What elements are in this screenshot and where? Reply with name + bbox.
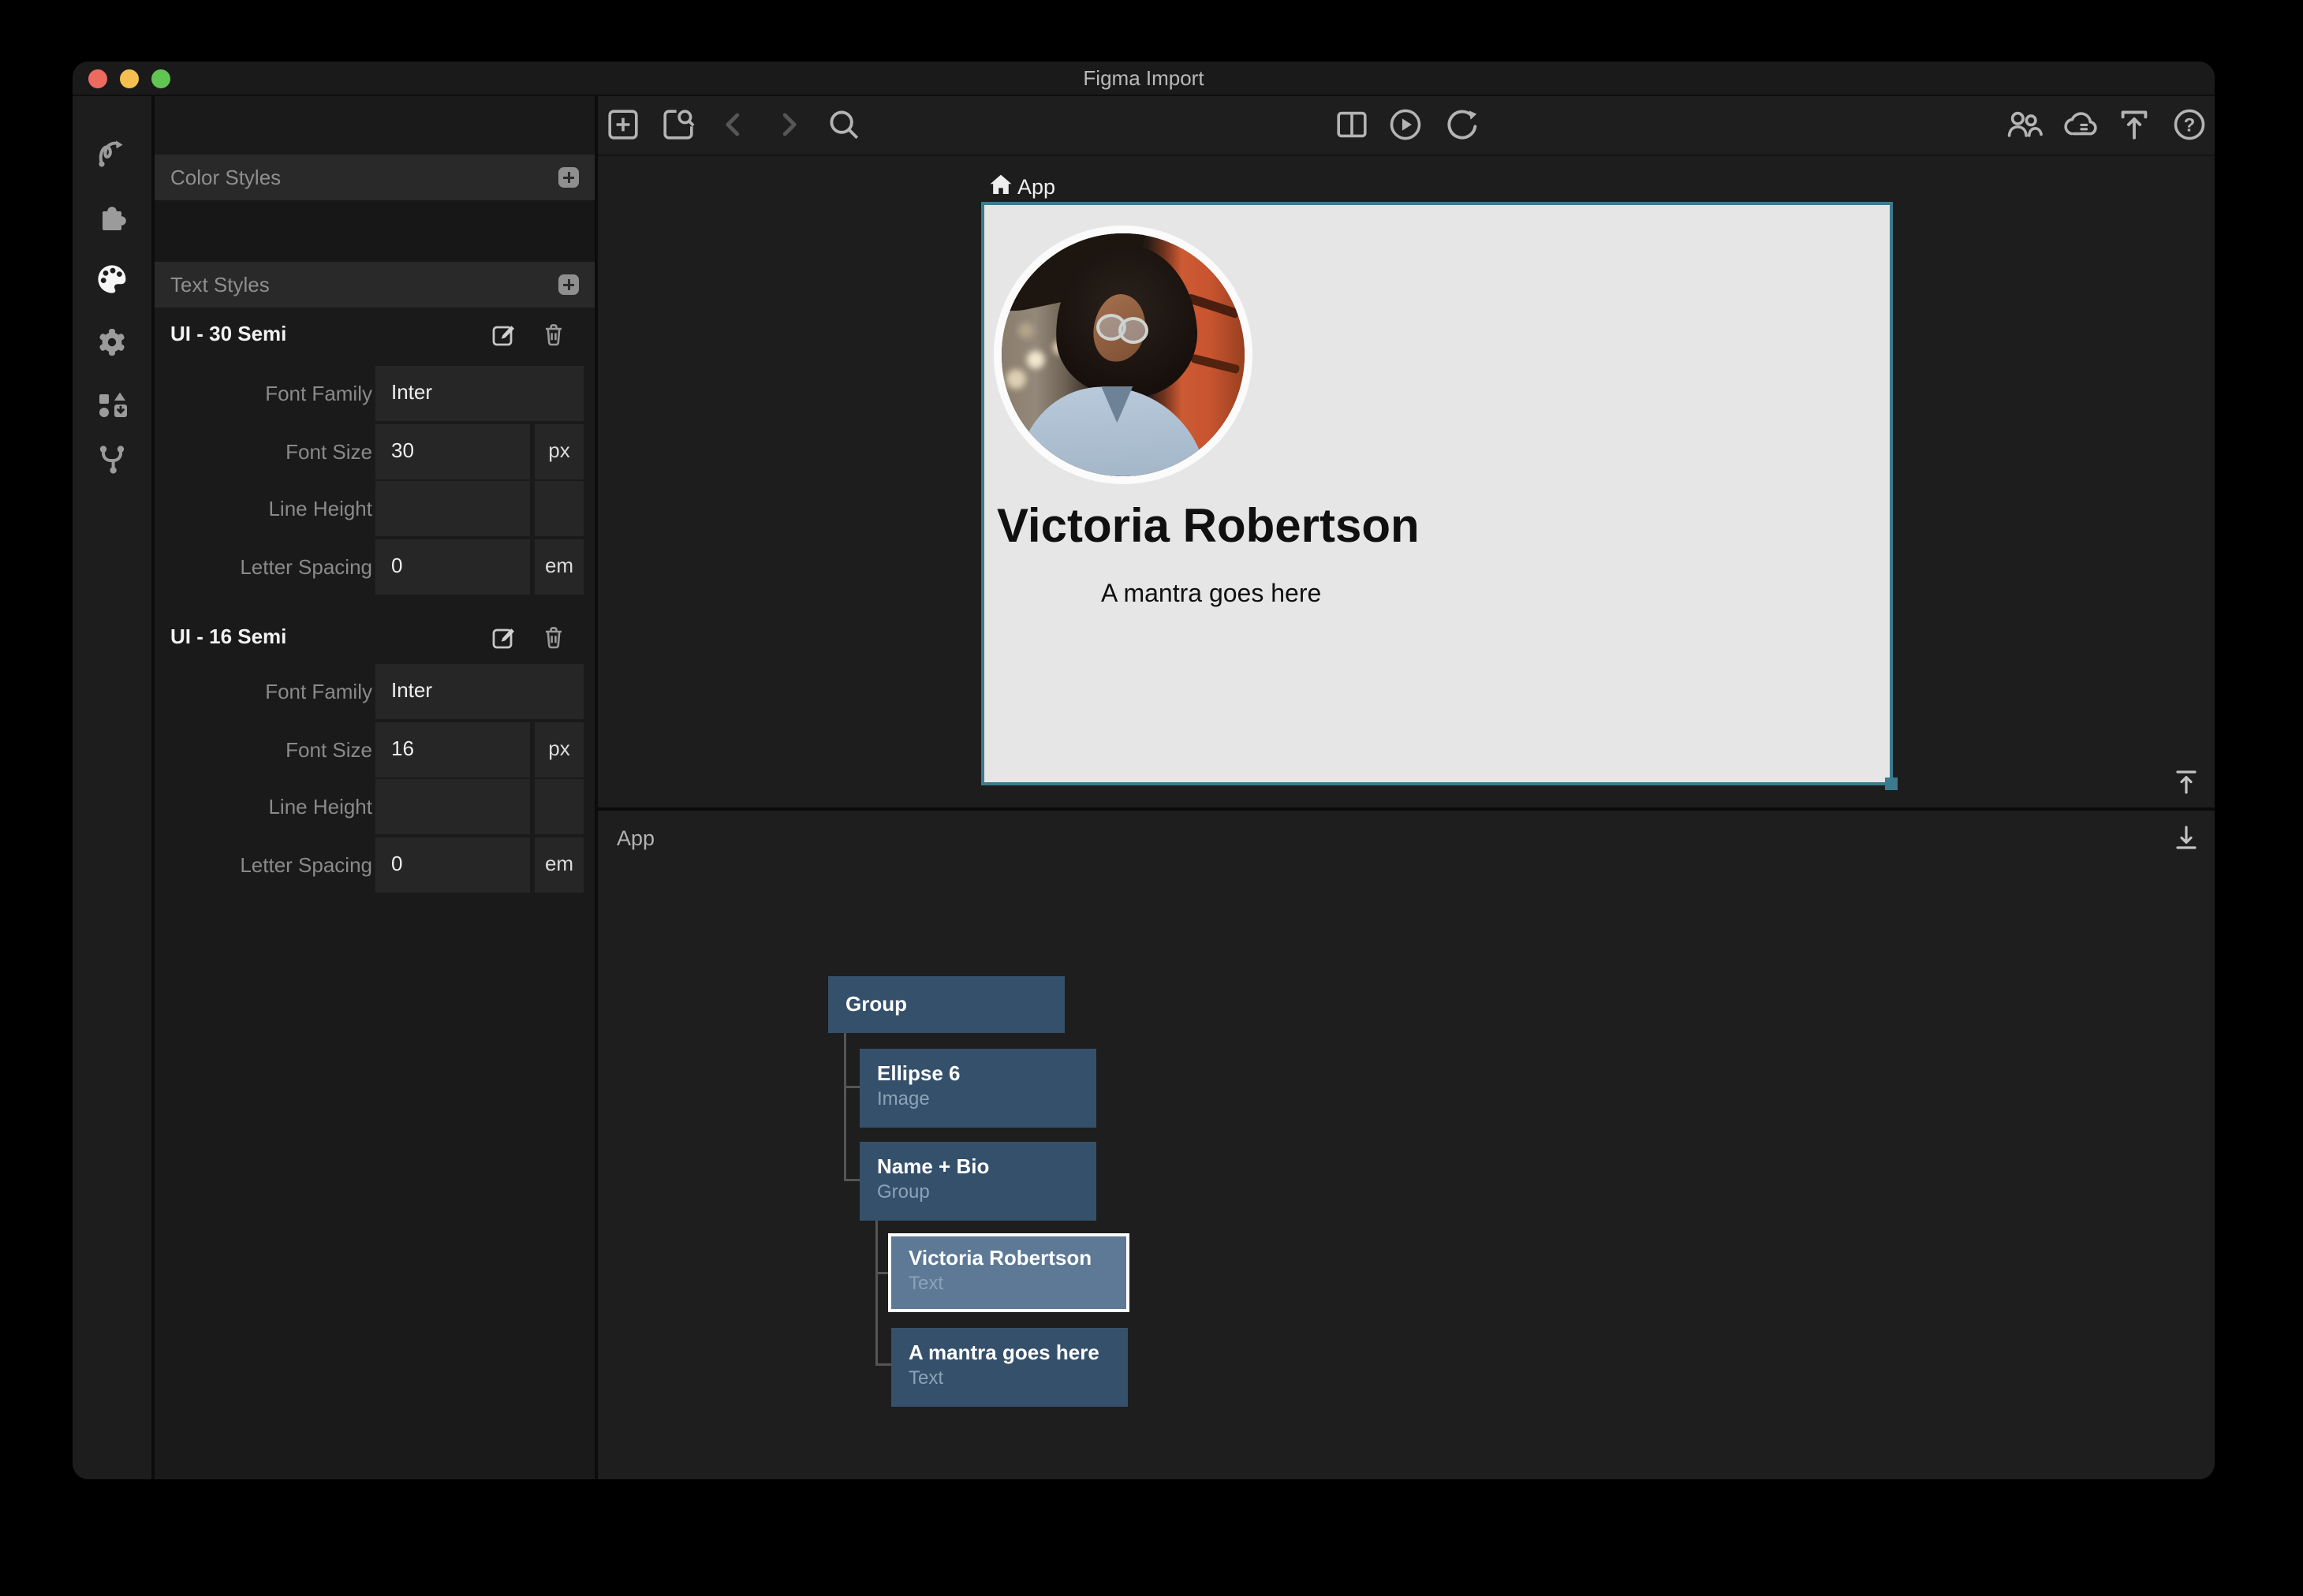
layer-node-type: Image	[877, 1088, 930, 1110]
layer-node-type: Text	[909, 1273, 943, 1295]
avatar[interactable]	[994, 226, 1252, 484]
main-area: ? App	[598, 96, 2215, 1479]
styles-palette-icon[interactable]	[95, 262, 129, 296]
styles-panel: Color Styles Text Styles UI - 30 Semi Fo…	[155, 96, 598, 1479]
help-icon[interactable]: ?	[2170, 106, 2208, 144]
breadcrumb[interactable]: App	[989, 173, 1013, 202]
layer-node-ellipse[interactable]: Ellipse 6 Image	[860, 1049, 1096, 1128]
text-style-name: UI - 16 Semi	[170, 625, 286, 649]
line-height-field[interactable]	[375, 481, 530, 536]
color-styles-title: Color Styles	[170, 166, 281, 190]
window-title: Figma Import	[73, 66, 2215, 91]
search-icon[interactable]	[825, 106, 863, 144]
home-icon	[989, 173, 1013, 196]
cloud-sync-icon[interactable]	[2060, 106, 2098, 144]
app-window: Figma Import Color Styles Text Styles	[73, 62, 2215, 1479]
font-family-field[interactable]: Inter	[375, 366, 584, 421]
settings-gear-icon[interactable]	[95, 325, 129, 360]
expand-pane-up-icon[interactable]	[2174, 768, 2199, 796]
components-import-icon[interactable]	[95, 388, 129, 423]
field-label: Font Size	[167, 440, 372, 464]
text-style-row: UI - 30 Semi	[155, 311, 595, 360]
delete-style-icon[interactable]	[541, 322, 566, 347]
delete-style-icon[interactable]	[541, 625, 566, 650]
font-size-field[interactable]: 16	[375, 722, 530, 777]
field-label: Line Height	[167, 497, 372, 521]
font-family-field[interactable]: Inter	[375, 664, 584, 719]
layer-node-label: Name + Bio	[877, 1154, 989, 1179]
plugins-puzzle-icon[interactable]	[95, 199, 129, 233]
card-subtitle[interactable]: A mantra goes here	[1101, 579, 1321, 608]
edit-style-icon[interactable]	[491, 625, 516, 650]
font-size-unit[interactable]: px	[535, 424, 584, 479]
play-icon[interactable]	[1387, 106, 1424, 144]
split-view-icon[interactable]	[1333, 106, 1371, 144]
layers-header: App	[617, 826, 655, 851]
text-styles-title: Text Styles	[170, 273, 270, 297]
field-label: Letter Spacing	[167, 555, 372, 580]
add-color-style-button[interactable]	[558, 167, 579, 188]
letter-spacing-unit[interactable]: em	[535, 539, 584, 595]
add-text-style-button[interactable]	[558, 274, 579, 295]
field-label: Font Family	[167, 382, 372, 406]
tree-connector	[844, 1033, 846, 1181]
desktop-background: Figma Import Color Styles Text Styles	[0, 0, 2303, 1596]
tree-connector	[875, 1219, 878, 1366]
share-upload-icon[interactable]	[2115, 106, 2153, 144]
layer-node-label: Ellipse 6	[877, 1061, 961, 1086]
tree-connector	[875, 1363, 893, 1366]
text-style-row: UI - 16 Semi	[155, 613, 595, 662]
edit-style-icon[interactable]	[491, 322, 516, 347]
layer-node-label: Group	[845, 992, 907, 1016]
layer-node-type: Group	[877, 1181, 930, 1203]
layer-node-label: A mantra goes here	[909, 1341, 1099, 1365]
toolbar: ?	[598, 96, 2215, 156]
layer-node-group[interactable]: Group	[828, 976, 1065, 1033]
canvas-pane[interactable]: App Victoria Robertson A mantr	[598, 156, 2215, 807]
inspect-document-icon[interactable]	[659, 106, 697, 144]
field-label: Font Family	[167, 680, 372, 704]
layer-node-label: Victoria Robertson	[909, 1246, 1092, 1270]
svg-text:?: ?	[2184, 115, 2196, 136]
refresh-icon[interactable]	[1443, 106, 1481, 144]
titlebar[interactable]: Figma Import	[73, 62, 2215, 96]
layer-node-victoria-selected[interactable]: Victoria Robertson Text	[888, 1233, 1129, 1312]
color-styles-empty-list	[155, 200, 595, 262]
forward-icon[interactable]	[770, 106, 808, 144]
app-frame[interactable]: Victoria Robertson A mantra goes here	[981, 202, 1893, 785]
letter-spacing-field[interactable]: 0	[375, 837, 530, 893]
branches-icon[interactable]	[95, 442, 129, 476]
font-size-unit[interactable]: px	[535, 722, 584, 777]
tree-connector	[844, 1086, 860, 1088]
collaborators-icon[interactable]	[2005, 106, 2043, 144]
field-label: Font Size	[167, 738, 372, 763]
line-height-unit[interactable]	[535, 779, 584, 834]
line-height-unit[interactable]	[535, 481, 584, 536]
font-size-field[interactable]: 30	[375, 424, 530, 479]
activity-bar	[73, 96, 155, 1479]
layers-pane: App Group Ellipse 6 Image Name + Bio Gro…	[598, 811, 2215, 1479]
text-style-name: UI - 30 Semi	[170, 322, 286, 346]
back-icon[interactable]	[715, 106, 752, 144]
vector-tool-icon[interactable]	[95, 136, 129, 170]
color-styles-header: Color Styles	[155, 155, 595, 200]
avatar-photo-layer	[1118, 317, 1148, 344]
field-label: Line Height	[167, 795, 372, 819]
line-height-field[interactable]	[375, 779, 530, 834]
text-styles-header: Text Styles	[155, 262, 595, 308]
letter-spacing-field[interactable]: 0	[375, 539, 530, 595]
layer-node-name-bio[interactable]: Name + Bio Group	[860, 1142, 1096, 1221]
layer-node-mantra[interactable]: A mantra goes here Text	[891, 1328, 1128, 1407]
field-label: Letter Spacing	[167, 853, 372, 878]
card-title[interactable]: Victoria Robertson	[997, 498, 1420, 553]
layer-node-type: Text	[909, 1367, 943, 1389]
breadcrumb-label: App	[1017, 175, 1055, 200]
collapse-pane-down-icon[interactable]	[2174, 823, 2199, 852]
add-frame-icon[interactable]	[604, 106, 642, 144]
selection-resize-handle[interactable]	[1885, 777, 1898, 790]
letter-spacing-unit[interactable]: em	[535, 837, 584, 893]
tree-connector	[844, 1179, 860, 1181]
